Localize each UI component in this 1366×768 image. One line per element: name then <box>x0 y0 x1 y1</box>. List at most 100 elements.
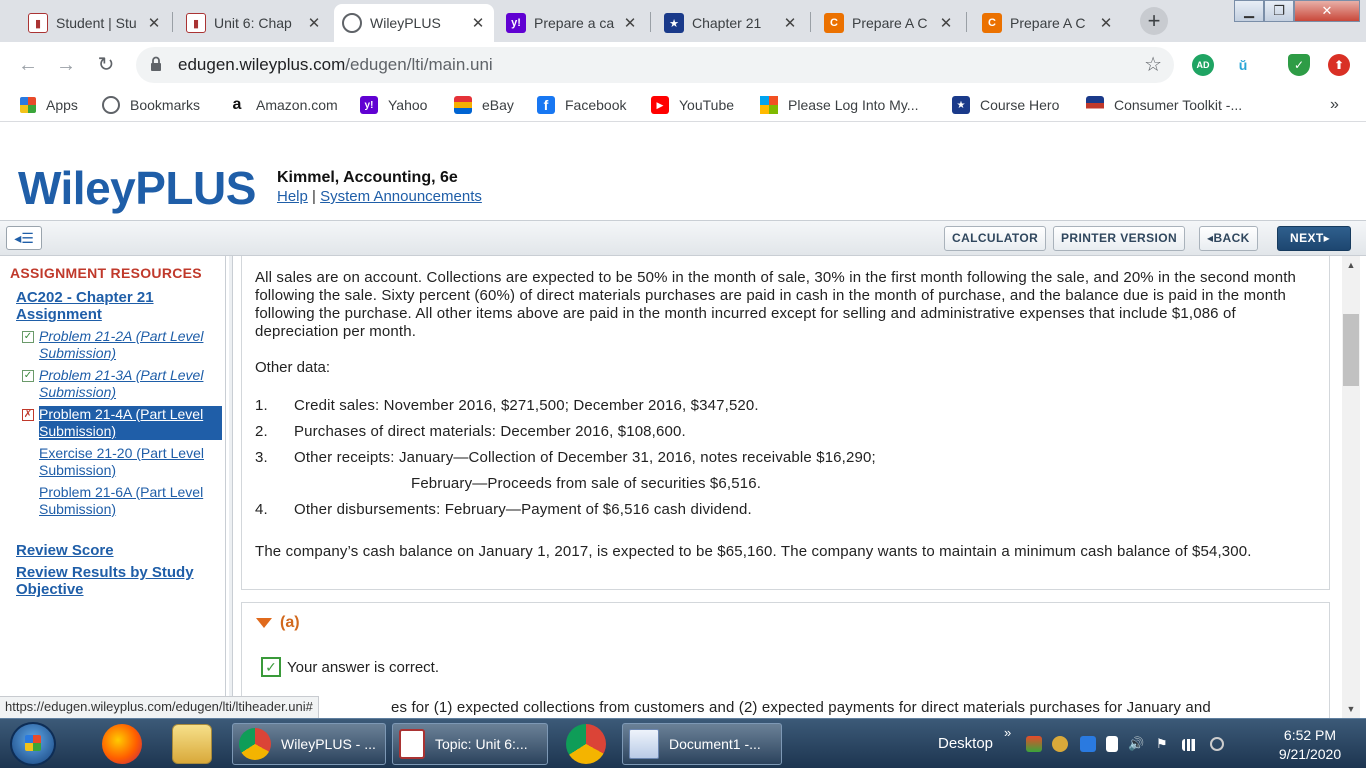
file-explorer-icon[interactable] <box>172 724 212 764</box>
sidebar-item-label[interactable]: Problem 21-6A (Part Level Submission) <box>39 484 222 518</box>
close-icon[interactable]: ✕ <box>782 14 798 32</box>
sidebar-item-problem-21-4a[interactable]: ✗ Problem 21-4A (Part Level Submission) <box>22 406 222 440</box>
ad-extension-icon[interactable]: AD <box>1192 54 1214 76</box>
system-announcements-link[interactable]: System Announcements <box>320 188 482 205</box>
tab-unit6[interactable]: ▮ Unit 6: Chap ✕ <box>178 4 330 42</box>
tab-student[interactable]: ▮ Student | Stu ✕ <box>20 4 170 42</box>
part-a-label: (a) <box>280 614 300 631</box>
assignment-link[interactable]: AC202 - Chapter 21 Assignment <box>16 289 216 323</box>
close-icon[interactable]: ✕ <box>306 14 322 32</box>
tray-app-icon[interactable] <box>1052 736 1068 752</box>
sidebar-item-label[interactable]: Problem 21-4A (Part Level Submission) <box>39 406 222 440</box>
taskbar-window-document1[interactable]: Document1 -... <box>622 723 782 765</box>
scrollbar-thumb[interactable] <box>1343 314 1359 386</box>
yahoo-icon: y! <box>506 13 526 33</box>
bookmark-star-icon[interactable]: ☆ <box>1144 52 1162 77</box>
close-window-button[interactable]: ✕ <box>1294 0 1360 22</box>
tray-app-icon[interactable] <box>1080 736 1096 752</box>
desktop-toolbar-label[interactable]: Desktop <box>938 735 993 752</box>
tab-chegg-1[interactable]: C Prepare A C ✕ <box>816 4 962 42</box>
taskbar-clock[interactable]: 6:52 PM 9/21/2020 <box>1272 726 1348 764</box>
item-text: February—Proceeds from sale of securitie… <box>411 475 762 492</box>
unit-icon: ▮ <box>186 13 206 33</box>
sidebar-item-problem-21-2a[interactable]: ✓ Problem 21-2A (Part Level Submission) <box>22 328 222 362</box>
close-icon[interactable]: ✕ <box>622 14 638 32</box>
printer-version-button[interactable]: PRINTER VERSION <box>1053 226 1186 251</box>
review-results-link[interactable]: Review Results by Study Objective <box>16 564 216 598</box>
part-a-toggle[interactable]: (a) <box>256 614 300 632</box>
bookmark-apps[interactable]: Apps <box>20 95 78 115</box>
bookmark-youtube[interactable]: ▶ YouTube <box>651 95 734 115</box>
back-button[interactable]: ◂BACK <box>1199 226 1258 251</box>
firefox-icon[interactable] <box>102 724 142 764</box>
minimize-button[interactable]: ▁ <box>1234 0 1264 22</box>
taskbar-window-wileyplus[interactable]: WileyPLUS - ... <box>232 723 386 765</box>
scroll-up-arrow-icon[interactable]: ▲ <box>1342 256 1360 274</box>
shield-extension-icon[interactable]: ✓ <box>1288 54 1310 76</box>
bookmark-facebook[interactable]: f Facebook <box>537 95 626 115</box>
action-center-flag-icon[interactable]: ⚑ <box>1156 736 1172 752</box>
sidebar-item-exercise-21-20[interactable]: Exercise 21-20 (Part Level Submission) <box>22 445 222 479</box>
bookmark-ebay[interactable]: eBay <box>454 95 514 115</box>
tray-device-icon[interactable] <box>1106 736 1118 752</box>
reload-icon[interactable]: ↻ <box>92 51 120 79</box>
update-extension-icon[interactable]: ⬆ <box>1328 54 1350 76</box>
tab-separator <box>172 12 173 32</box>
tray-status-icon[interactable] <box>1210 737 1224 751</box>
tab-chapter21[interactable]: ★ Chapter 21 ✕ <box>656 4 806 42</box>
close-icon[interactable]: ✕ <box>1098 14 1114 32</box>
chrome-pinned-icon[interactable] <box>566 724 606 764</box>
tray-app-icon[interactable] <box>1026 736 1042 752</box>
calculator-button[interactable]: CALCULATOR <box>944 226 1047 251</box>
clock-date: 9/21/2020 <box>1278 746 1342 762</box>
wileyplus-logo[interactable]: WileyPLUS <box>18 161 256 215</box>
restore-button[interactable]: ❐ <box>1264 0 1294 22</box>
tab-chegg-2[interactable]: C Prepare A C ✕ <box>974 4 1122 42</box>
tab-title: Unit 6: Chap <box>214 15 292 31</box>
bookmark-amazon[interactable]: a Amazon.com <box>228 95 338 115</box>
content-scrollbar[interactable]: ▲ ▼ <box>1342 256 1360 718</box>
tab-wileyplus[interactable]: WileyPLUS ✕ <box>334 4 494 42</box>
extension-icon[interactable]: ŭ <box>1232 54 1254 76</box>
sidebar-item-label[interactable]: Problem 21-3A (Part Level Submission) <box>39 367 222 401</box>
review-score-link[interactable]: Review Score <box>16 542 216 559</box>
taskbar-window-topic[interactable]: Topic: Unit 6:... <box>392 723 548 765</box>
sidebar-item-label[interactable]: Exercise 21-20 (Part Level Submission) <box>39 445 222 479</box>
close-icon[interactable]: ✕ <box>938 14 954 32</box>
empty-status-icon <box>22 487 34 499</box>
tab-yahoo[interactable]: y! Prepare a ca ✕ <box>498 4 646 42</box>
collapse-sidebar-icon[interactable]: ◂☰ <box>6 226 42 250</box>
scroll-down-arrow-icon[interactable]: ▼ <box>1342 700 1360 718</box>
youtube-icon: ▶ <box>651 96 669 114</box>
url-host: edugen.wileyplus.com <box>178 55 346 74</box>
bookmark-consumer-toolkit[interactable]: Consumer Toolkit -... <box>1086 95 1242 115</box>
sidebar-resize-handle[interactable] <box>229 256 233 696</box>
sidebar-item-problem-21-6a[interactable]: Problem 21-6A (Part Level Submission) <box>22 484 222 518</box>
more-bookmarks-chevron[interactable]: » <box>1330 95 1339 115</box>
bookmark-bookmarks[interactable]: Bookmarks <box>102 95 200 115</box>
course-title: Kimmel, Accounting, 6e <box>277 169 458 186</box>
address-bar[interactable]: edugen.wileyplus.com/edugen/lti/main.uni… <box>136 47 1174 83</box>
bookmark-yahoo[interactable]: y! Yahoo <box>360 95 427 115</box>
lock-icon <box>151 56 161 71</box>
bookmark-course-hero[interactable]: ★ Course Hero <box>952 95 1059 115</box>
windows-logo-icon <box>25 735 41 751</box>
chegg-icon: C <box>824 13 844 33</box>
sidebar-item-label[interactable]: Problem 21-2A (Part Level Submission) <box>39 328 222 362</box>
bookmark-label: Amazon.com <box>256 97 338 113</box>
start-button[interactable] <box>10 722 56 766</box>
bookmark-please-log-in[interactable]: Please Log Into My... <box>760 95 918 115</box>
close-icon[interactable]: ✕ <box>470 14 486 32</box>
item-text: Purchases of direct materials: December … <box>294 423 686 440</box>
close-icon[interactable]: ✕ <box>146 14 162 32</box>
volume-icon[interactable]: 🔊 <box>1128 736 1144 752</box>
network-signal-icon[interactable] <box>1182 739 1198 751</box>
sidebar-item-problem-21-3a[interactable]: ✓ Problem 21-3A (Part Level Submission) <box>22 367 222 401</box>
item-text: Other disbursements: February—Payment of… <box>294 501 752 518</box>
next-button[interactable]: NEXT▸ <box>1277 226 1351 251</box>
help-link[interactable]: Help <box>277 188 308 205</box>
toolbar-chevron[interactable]: » <box>1004 725 1011 740</box>
forward-arrow-icon[interactable]: → <box>52 51 80 79</box>
new-tab-button[interactable]: + <box>1140 7 1168 35</box>
back-arrow-icon[interactable]: ← <box>14 51 42 79</box>
